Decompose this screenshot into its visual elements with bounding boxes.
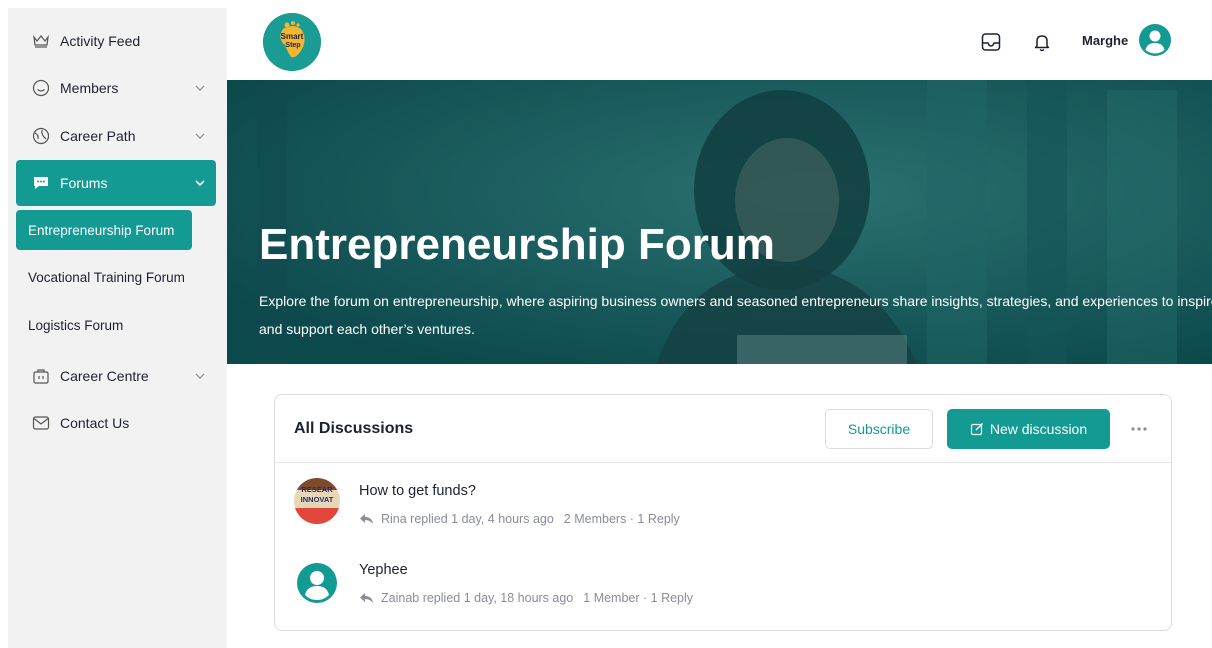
new-discussion-button[interactable]: New discussion (947, 409, 1110, 449)
briefcase-icon (32, 367, 50, 385)
thread-meta: Zainab replied 1 day, 18 hours ago 1 Mem… (359, 591, 693, 605)
user-name[interactable]: Marghe (1082, 33, 1128, 48)
avatar-text: INNOVAT (301, 495, 334, 504)
thread-title[interactable]: Yephee (359, 562, 408, 578)
chevron-down-icon[interactable] (194, 370, 206, 382)
mail-icon (32, 414, 50, 432)
more-options-button[interactable] (1127, 419, 1151, 439)
sidebar-item-label: Forums (60, 175, 108, 191)
smiley-icon (32, 79, 50, 97)
sidebar-item-activity-feed[interactable]: Activity Feed (16, 18, 216, 64)
inbox-icon[interactable] (980, 31, 1002, 53)
sidebar-item-label: Activity Feed (60, 33, 141, 49)
chevron-down-icon[interactable] (194, 177, 206, 189)
sidebar-item-contact-us[interactable]: Contact Us (16, 400, 216, 446)
sidebar-subitem-vocational-training-forum[interactable]: Vocational Training Forum (16, 257, 185, 297)
discussion-row[interactable]: RESEAR INNOVAT How to get funds? Rina re… (275, 465, 1171, 545)
reply-icon (360, 593, 373, 603)
top-bar: Smart Step Marghe (227, 0, 1212, 80)
chevron-down-icon[interactable] (194, 82, 206, 94)
forum-description: Explore the forum on entrepreneurship, w… (259, 293, 1212, 337)
thread-reply-info: Zainab replied 1 day, 18 hours ago (381, 591, 574, 605)
chat-icon (32, 174, 50, 192)
discussions-title: All Discussions (294, 420, 414, 437)
thread-title[interactable]: How to get funds? (359, 483, 476, 499)
sidebar-item-members[interactable]: Members (16, 65, 216, 111)
sidebar-subitem-label: Vocational Training Forum (28, 269, 185, 285)
sidebar-item-label: Career Centre (60, 368, 149, 384)
reply-icon (360, 514, 373, 524)
chevron-down-icon[interactable] (194, 130, 206, 142)
user-avatar-icon[interactable] (1139, 24, 1171, 56)
crown-icon (32, 32, 50, 50)
site-logo[interactable]: Smart Step (263, 13, 321, 71)
logo-text: Smart (281, 32, 304, 41)
sidebar-item-forums[interactable]: Forums (16, 160, 216, 206)
sidebar-subitem-label: Entrepreneurship Forum (28, 222, 175, 238)
page-title: Entrepreneurship Forum (259, 220, 775, 269)
user-avatar-icon (297, 563, 337, 603)
sidebar-item-label: Career Path (60, 128, 136, 144)
sidebar-item-label: Contact Us (60, 415, 130, 431)
thread-avatar[interactable] (294, 560, 340, 606)
edit-icon (970, 423, 983, 436)
discussion-row[interactable]: Yephee Zainab replied 1 day, 18 hours ag… (275, 549, 1171, 629)
sidebar-item-career-path[interactable]: Career Path (16, 113, 216, 159)
avatar-text: RESEAR (301, 485, 333, 494)
more-horizontal-icon (1131, 427, 1147, 431)
thread-reply-info: Rina replied 1 day, 4 hours ago (381, 512, 554, 526)
forum-hero-banner: Entrepreneurship Forum Explore the forum… (227, 80, 1212, 364)
sidebar-subitem-entrepreneurship-forum[interactable]: Entrepreneurship Forum (16, 210, 192, 250)
new-discussion-label: New discussion (989, 421, 1088, 437)
sidebar-item-label: Members (60, 80, 119, 96)
sidebar-subitem-label: Logistics Forum (28, 317, 124, 333)
discussions-header: All Discussions Subscribe New discussion (275, 395, 1171, 463)
thread-avatar[interactable]: RESEAR INNOVAT (294, 478, 340, 524)
thread-meta: Rina replied 1 day, 4 hours ago 2 Member… (359, 512, 680, 526)
thread-stats: 1 Member · 1 Reply (583, 591, 694, 605)
discussions-panel: All Discussions Subscribe New discussion… (274, 394, 1172, 631)
subscribe-button[interactable]: Subscribe (825, 409, 933, 449)
sidebar-item-career-centre[interactable]: Career Centre (16, 353, 216, 399)
thread-stats: 2 Members · 1 Reply (563, 512, 680, 526)
sidebar-subitem-logistics-forum[interactable]: Logistics Forum (16, 305, 123, 345)
sidebar: Activity Feed Members Career Path Forums… (8, 8, 227, 648)
logo-text: Step (285, 42, 300, 49)
globe-icon (32, 127, 50, 145)
bell-icon[interactable] (1031, 31, 1053, 53)
